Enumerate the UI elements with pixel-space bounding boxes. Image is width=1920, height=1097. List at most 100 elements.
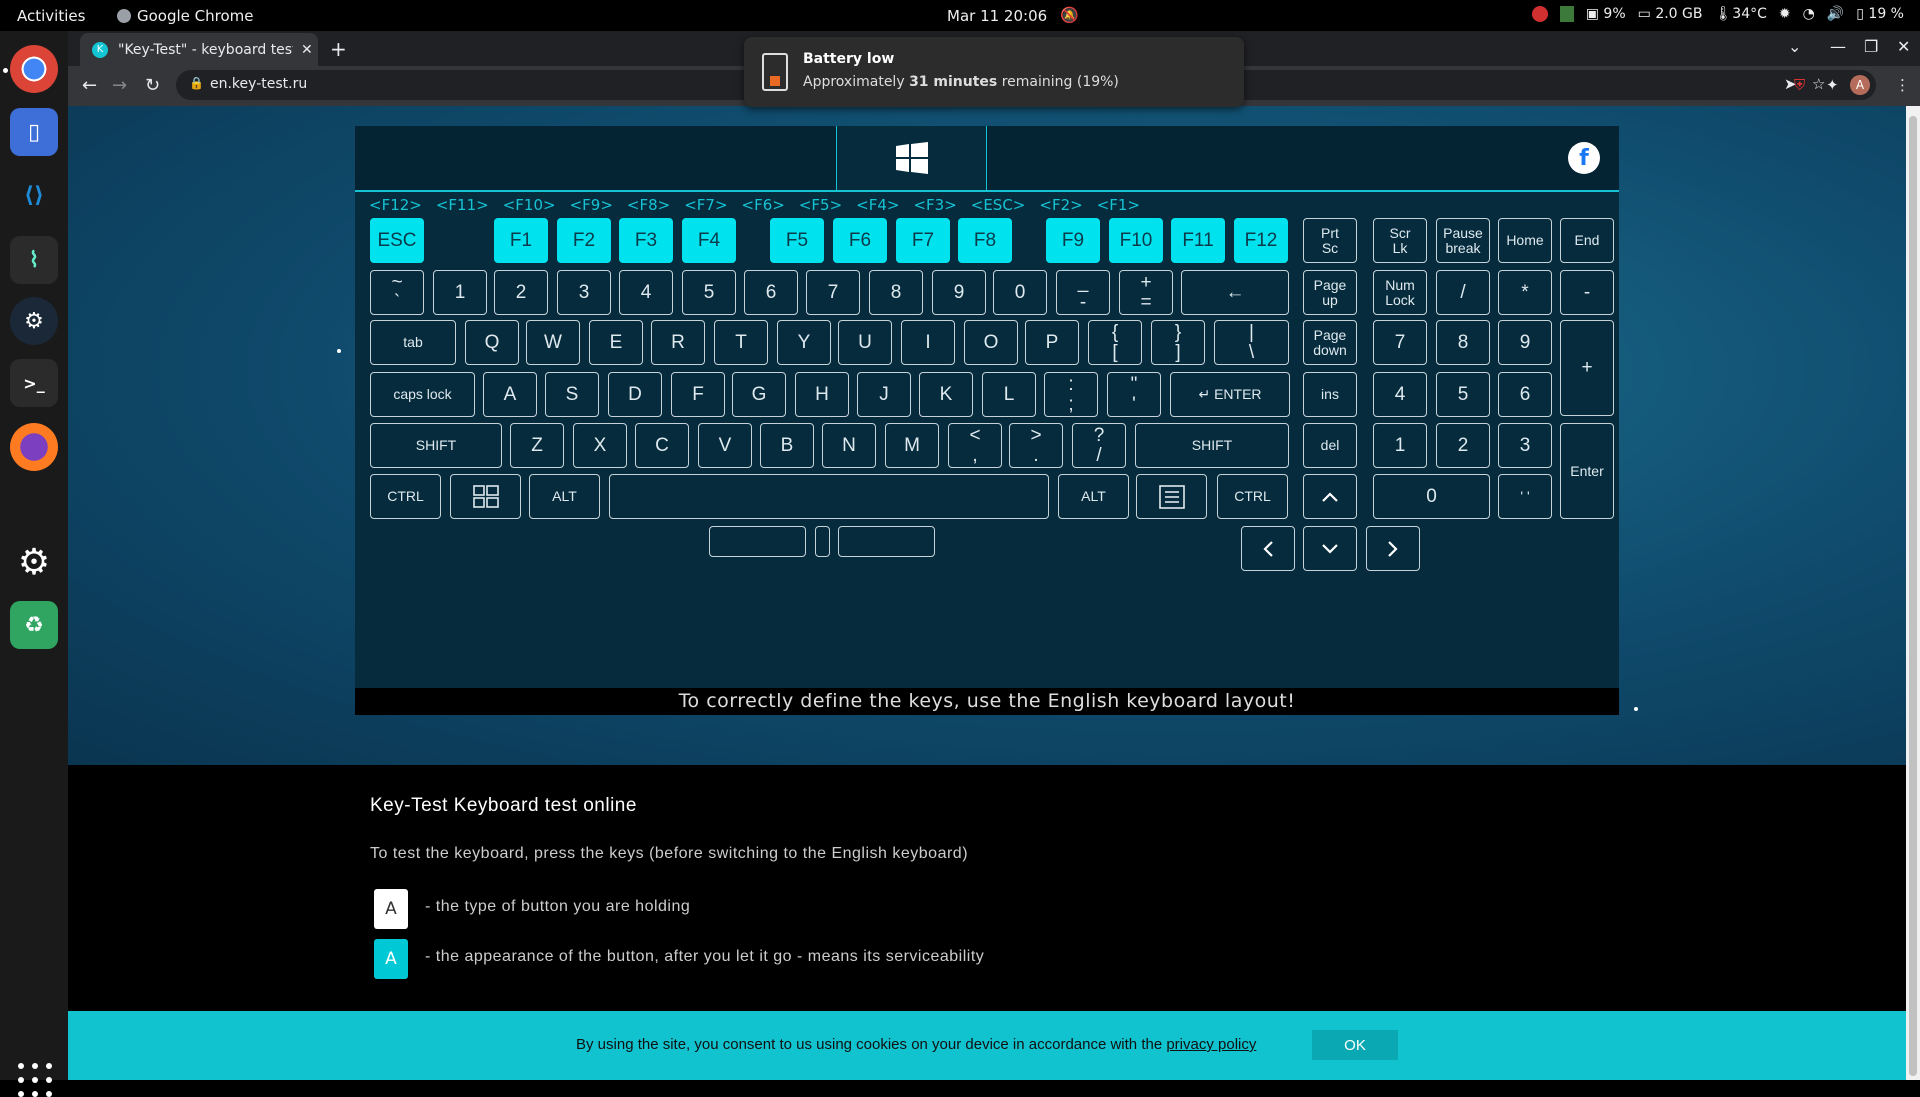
key-scr-lk: Scr Lk — [1373, 218, 1427, 263]
key-end: End — [1560, 218, 1614, 263]
windows-layout-tab[interactable] — [836, 126, 987, 190]
reload-button[interactable]: ↻ — [145, 75, 160, 96]
key-+-=: + = — [1119, 270, 1173, 315]
close-tab-icon[interactable]: ✕ — [301, 42, 313, 58]
privacy-policy-link[interactable]: privacy policy — [1166, 1036, 1256, 1053]
key-:-;: :; — [1044, 372, 1098, 417]
key-f6: F6 — [833, 218, 887, 263]
layout-notice: To correctly define the keys, use the En… — [355, 688, 1619, 715]
space-key — [609, 474, 1049, 519]
tab-title: "Key-Test" - keyboard test — [118, 41, 293, 58]
notification-title: Battery low — [803, 51, 895, 67]
vscode-icon[interactable]: ⟨⟩ — [10, 171, 58, 219]
key-1: 1 — [1373, 423, 1427, 468]
cookie-ok-button[interactable]: OK — [1312, 1030, 1398, 1060]
key-9: 9 — [932, 270, 986, 315]
key-g: G — [732, 372, 786, 417]
bookmark-star-icon[interactable]: ☆ — [1812, 75, 1825, 93]
volume-icon: 🔊 — [1826, 6, 1845, 22]
mouse-button — [709, 526, 806, 557]
key-{-[: {[ — [1088, 320, 1142, 365]
activities-button[interactable]: Activities — [17, 7, 85, 25]
disk-indicator: ▣ 9% — [1585, 6, 1626, 22]
key-h: H — [795, 372, 849, 417]
key-f11: F11 — [1171, 218, 1225, 263]
key-f12: F12 — [1234, 218, 1288, 263]
back-button[interactable]: ← — [82, 75, 97, 96]
key-o: O — [964, 320, 1018, 365]
key-f7: F7 — [896, 218, 950, 263]
url-text[interactable]: en.key-test.ru — [210, 76, 307, 92]
key-↵-enter: ↵ ENTER — [1170, 372, 1290, 417]
close-window-button[interactable]: ✕ — [1897, 37, 1910, 56]
arrow-down-key — [1303, 526, 1357, 571]
profile-avatar[interactable]: A — [1850, 75, 1870, 95]
key-tab: tab — [370, 320, 456, 365]
maximize-button[interactable]: ❐ — [1864, 37, 1878, 56]
key-4: 4 — [619, 270, 673, 315]
history-key: <F2> — [1039, 196, 1083, 214]
key-r: R — [651, 320, 705, 365]
tab-search-icon[interactable]: ⌄ — [1788, 37, 1801, 56]
key-|-\: | \ — [1214, 320, 1289, 365]
scrollbar-thumb[interactable] — [1909, 116, 1917, 1076]
file-manager-icon[interactable]: ▯ — [10, 108, 58, 156]
minimize-button[interactable]: — — [1830, 37, 1846, 56]
legend-released-key: A — [374, 939, 408, 979]
trash-icon[interactable]: ♻ — [10, 601, 58, 649]
key-k: K — [919, 372, 973, 417]
history-key: <ESC> — [970, 196, 1026, 214]
key-j: J — [857, 372, 911, 417]
browser-tab[interactable]: K "Key-Test" - keyboard test ✕ — [80, 33, 318, 66]
key-enter: Enter — [1560, 423, 1614, 519]
key-prt-sc: Prt Sc — [1303, 218, 1357, 263]
key-9: 9 — [1498, 320, 1552, 365]
chrome-icon[interactable] — [10, 45, 58, 93]
steam-icon[interactable]: ⚙ — [10, 297, 58, 345]
history-key: <F9> — [569, 196, 613, 214]
system-monitor-icon[interactable]: ⌇ — [10, 236, 58, 284]
system-top-bar: Activities Google Chrome Mar 11 20:06 🔕 … — [0, 0, 1920, 31]
system-tray[interactable]: ▣ 9% ▭ 2.0 GB 🌡34°C ✹ ◔ 🔊 ▯ 19 % — [1531, 6, 1904, 22]
windows-logo-icon — [895, 142, 928, 174]
dock: ▯ ⟨⟩ ⌇ ⚙ >_ ⚙ ♻ — [0, 31, 68, 1097]
running-indicator — [3, 68, 8, 73]
page-scrollbar[interactable] — [1906, 106, 1920, 1080]
key-6: 6 — [744, 270, 798, 315]
key->-.: >. — [1009, 423, 1063, 468]
battery-low-notification[interactable]: Battery low Approximately 31 minutes rem… — [744, 37, 1244, 107]
key-del: del — [1303, 423, 1357, 468]
key-f3: F3 — [619, 218, 673, 263]
new-tab-button[interactable]: + — [330, 37, 347, 61]
facebook-icon[interactable]: f — [1568, 142, 1600, 174]
key-caps-lock: caps lock — [370, 372, 475, 417]
windows-key — [450, 474, 521, 519]
key-shift: SHIFT — [370, 423, 502, 468]
legend-holding-key: A — [374, 889, 408, 929]
clock[interactable]: Mar 11 20:06 — [947, 7, 1047, 25]
key-+: + — [1560, 320, 1614, 416]
settings-icon[interactable]: ⚙ — [10, 538, 58, 586]
wifi-icon: ◔ — [1802, 6, 1815, 22]
firefox-icon[interactable] — [10, 423, 58, 471]
info-heading: Key-Test Keyboard test online — [370, 795, 637, 816]
history-key: <F7> — [684, 196, 728, 214]
focused-app-menu[interactable]: Google Chrome — [117, 7, 254, 25]
key-*: * — [1498, 270, 1552, 315]
lock-icon[interactable]: 🔒 — [189, 76, 204, 90]
key-a: A — [483, 372, 537, 417]
focused-app-label: Google Chrome — [137, 7, 254, 25]
ublock-extension-icon[interactable]: ⛨ — [1794, 76, 1805, 94]
key-_--: _ - — [1056, 270, 1110, 315]
terminal-icon[interactable]: >_ — [10, 359, 58, 407]
forward-button[interactable]: → — [112, 75, 127, 96]
app-indicator-icon — [1559, 6, 1574, 22]
key-0: 0 — [1373, 474, 1490, 519]
web-page: f <F12> <F11> <F10> <F9> <F8> <F7> <F6> <F5> <F4… — [68, 106, 1906, 1080]
chrome-menu-icon[interactable]: ⋮ — [1895, 76, 1910, 94]
show-apps-icon[interactable] — [18, 1063, 52, 1097]
mouse-button — [815, 526, 830, 557]
site-favicon-icon: K — [92, 41, 108, 58]
extensions-puzzle-icon[interactable]: ✦ — [1826, 76, 1839, 94]
key-1: 1 — [433, 270, 487, 315]
